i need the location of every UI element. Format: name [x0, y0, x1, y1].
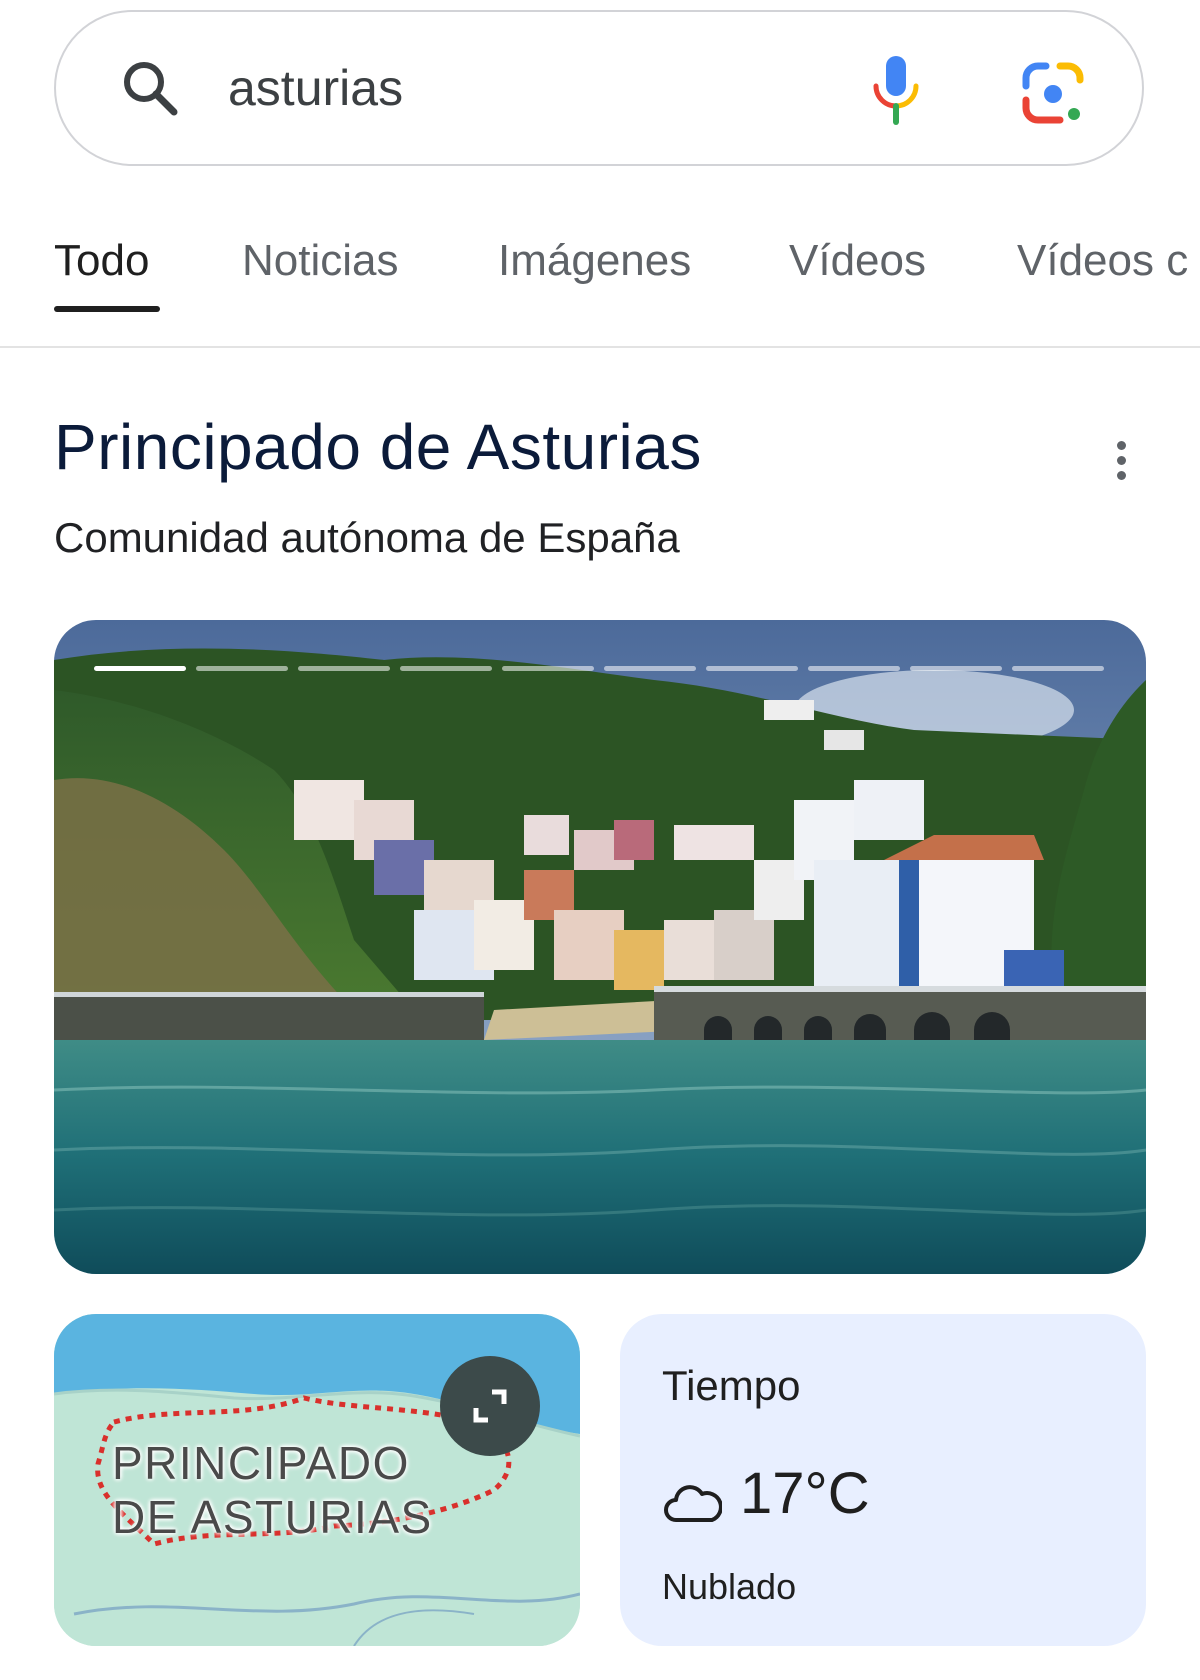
weather-title: Tiempo [662, 1362, 801, 1409]
carousel-segment [910, 666, 1002, 671]
tabs-divider [0, 346, 1200, 348]
knowledge-panel-title: Principado de Asturias [54, 411, 702, 483]
search-bar[interactable] [54, 10, 1144, 166]
search-tabs: Todo Noticias Imágenes Vídeos Vídeos c [0, 230, 1200, 348]
map-label-line2: DE ASTURIAS [112, 1491, 433, 1543]
tab-imagenes[interactable]: Imágenes [498, 236, 691, 286]
carousel-segment [808, 666, 900, 671]
search-icon[interactable] [118, 56, 182, 120]
expand-map-button[interactable] [440, 1356, 540, 1456]
google-lens-icon[interactable] [1020, 60, 1086, 126]
hero-image[interactable] [54, 620, 1146, 1274]
mic-icon[interactable] [866, 52, 926, 128]
active-tab-indicator [54, 306, 160, 312]
carousel-segment [1012, 666, 1104, 671]
tab-noticias[interactable]: Noticias [242, 236, 399, 286]
carousel-segment [400, 666, 492, 671]
map-card[interactable]: PRINCIPADO DE ASTURIAS [54, 1314, 580, 1646]
carousel-segment [298, 666, 390, 671]
tab-videos[interactable]: Vídeos [789, 236, 926, 286]
carousel-segment [604, 666, 696, 671]
weather-condition: Nublado [662, 1566, 797, 1607]
weather-card[interactable]: Tiempo 17°C Nublado [620, 1314, 1146, 1646]
carousel-progress [94, 666, 1104, 672]
expand-icon [473, 1389, 507, 1423]
cloud-icon [664, 1485, 722, 1522]
tab-todo[interactable]: Todo [54, 236, 149, 286]
knowledge-panel-subtitle: Comunidad autónoma de España [54, 514, 680, 561]
carousel-segment [706, 666, 798, 671]
coastal-village-photo [54, 620, 1146, 1274]
carousel-segment [94, 666, 186, 671]
search-input[interactable] [228, 58, 788, 118]
tab-videos-cortos[interactable]: Vídeos c [1017, 236, 1188, 286]
carousel-segment [502, 666, 594, 671]
carousel-segment [196, 666, 288, 671]
more-vert-icon[interactable] [1106, 436, 1136, 490]
weather-temperature: 17°C [740, 1461, 870, 1526]
